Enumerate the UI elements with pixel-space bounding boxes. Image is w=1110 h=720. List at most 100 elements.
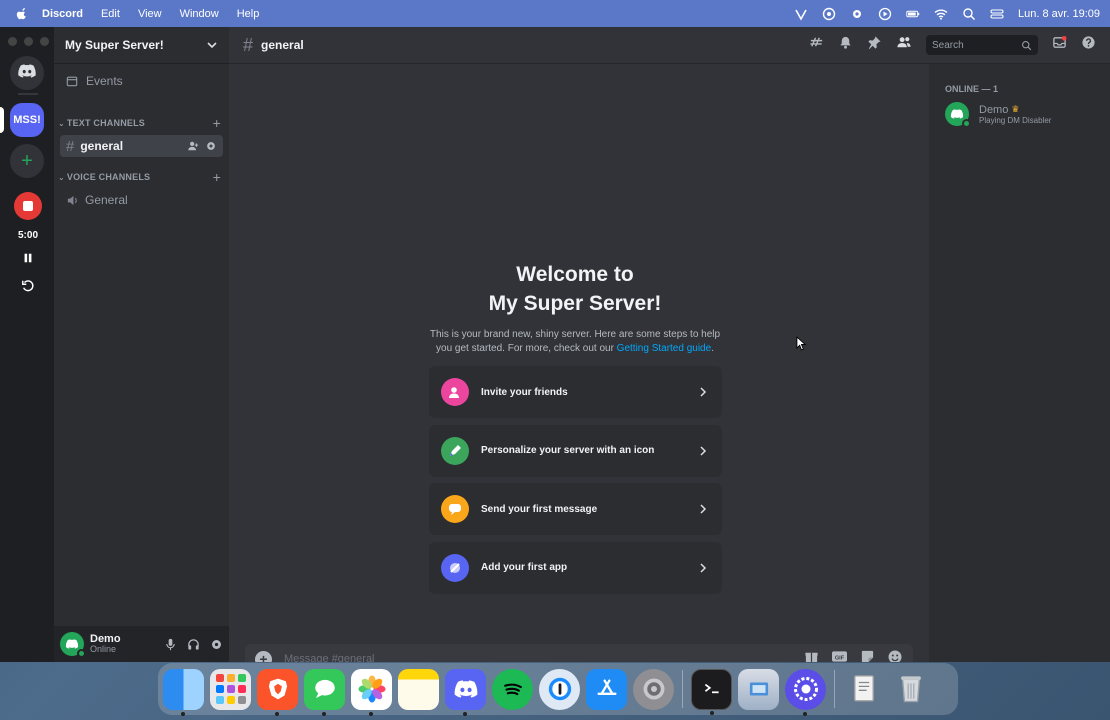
wifi-icon[interactable] bbox=[934, 7, 948, 21]
card-add-first-app[interactable]: Add your first app bbox=[429, 541, 722, 594]
minimize-window-button[interactable] bbox=[24, 37, 33, 46]
menu-view[interactable]: View bbox=[138, 8, 162, 20]
avatar bbox=[945, 102, 971, 128]
trash-icon[interactable] bbox=[890, 669, 931, 710]
direct-messages-button[interactable] bbox=[10, 56, 44, 90]
recorder-widget: 5:00 bbox=[13, 192, 43, 298]
user-panel: Demo Online bbox=[54, 626, 229, 662]
pin-icon[interactable] bbox=[867, 35, 882, 55]
getting-started-link[interactable]: Getting Started guide bbox=[617, 343, 712, 354]
message-input[interactable]: Message #general bbox=[284, 653, 375, 662]
search-placeholder: Search bbox=[932, 39, 964, 51]
brave-icon[interactable] bbox=[257, 668, 298, 716]
chevron-right-icon bbox=[700, 445, 707, 456]
stop-icon bbox=[23, 201, 33, 211]
mouse-cursor-icon bbox=[796, 336, 807, 351]
finder-icon[interactable] bbox=[163, 668, 204, 716]
control-center-icon[interactable] bbox=[990, 7, 1004, 21]
create-channel-button[interactable]: + bbox=[213, 115, 221, 131]
gear-icon[interactable] bbox=[205, 140, 217, 152]
copilot-icon[interactable] bbox=[822, 7, 836, 21]
documents-icon[interactable] bbox=[843, 669, 884, 710]
settings-icon[interactable] bbox=[633, 668, 674, 710]
app-icon bbox=[441, 553, 469, 582]
category-voice-channels[interactable]: ⌄ VOICE CHANNELS + bbox=[54, 166, 229, 188]
card-personalize-server[interactable]: Personalize your server with an icon bbox=[429, 424, 722, 477]
bell-icon[interactable] bbox=[838, 35, 853, 55]
channel-label: General bbox=[85, 193, 128, 207]
messages-icon[interactable] bbox=[304, 668, 345, 716]
emoji-icon[interactable] bbox=[887, 649, 903, 662]
chat-header: # general Search bbox=[229, 27, 1110, 64]
vpn-icon[interactable] bbox=[794, 7, 808, 21]
terminal-icon[interactable] bbox=[691, 668, 732, 715]
apple-icon[interactable] bbox=[16, 7, 30, 21]
preview-icon[interactable] bbox=[738, 668, 779, 710]
menu-window[interactable]: Window bbox=[180, 8, 219, 20]
channel-general[interactable]: # general bbox=[60, 135, 223, 157]
window-controls bbox=[8, 37, 49, 46]
running-indicator bbox=[463, 711, 467, 716]
avatar[interactable] bbox=[60, 632, 86, 658]
gift-icon[interactable] bbox=[804, 649, 819, 662]
welcome-section: Welcome to My Super Server! This is your… bbox=[229, 260, 921, 356]
inbox-icon[interactable] bbox=[1052, 35, 1067, 55]
message-icon bbox=[441, 495, 469, 523]
spotlight-icon[interactable] bbox=[962, 7, 976, 21]
close-window-button[interactable] bbox=[8, 37, 17, 46]
create-channel-button[interactable]: + bbox=[213, 169, 221, 185]
user-status: Online bbox=[90, 644, 117, 655]
member-list-icon[interactable] bbox=[896, 35, 912, 55]
server-name: My Super Server! bbox=[65, 38, 164, 52]
card-send-first-message[interactable]: Send your first message bbox=[429, 483, 722, 535]
menu-help[interactable]: Help bbox=[237, 8, 260, 20]
microphone-icon[interactable] bbox=[163, 637, 177, 651]
voice-channel-general[interactable]: General bbox=[60, 189, 223, 211]
threads-icon[interactable] bbox=[809, 35, 824, 55]
card-invite-friends[interactable]: Invite your friends bbox=[429, 366, 722, 418]
zoom-window-button[interactable] bbox=[40, 37, 49, 46]
battery-icon[interactable] bbox=[906, 7, 920, 21]
user-info[interactable]: Demo Online bbox=[90, 633, 121, 655]
sticker-icon[interactable] bbox=[860, 649, 875, 662]
svg-text:GIF: GIF bbox=[835, 655, 845, 661]
help-icon[interactable] bbox=[1081, 35, 1096, 55]
menu-app-name[interactable]: Discord bbox=[42, 8, 83, 20]
members-online-header: ONLINE — 1 bbox=[945, 84, 999, 94]
appstore-icon[interactable] bbox=[586, 668, 627, 710]
chevron-right-icon bbox=[700, 504, 707, 514]
chevron-right-icon bbox=[700, 562, 707, 573]
add-member-icon[interactable] bbox=[187, 140, 199, 152]
discord-icon[interactable] bbox=[445, 668, 486, 716]
plus-icon: + bbox=[21, 149, 33, 172]
category-text-channels[interactable]: ⌄ TEXT CHANNELS + bbox=[54, 112, 229, 134]
play-status-icon[interactable] bbox=[878, 7, 892, 21]
running-indicator bbox=[803, 711, 807, 716]
onepassword-icon[interactable] bbox=[539, 668, 580, 710]
card-label: Send your first message bbox=[481, 503, 598, 515]
restart-icon[interactable] bbox=[21, 279, 35, 298]
attach-plus-icon[interactable]: + bbox=[255, 650, 272, 662]
clock[interactable]: Lun. 8 avr. 19:09 bbox=[1018, 8, 1100, 20]
stop-recording-button[interactable] bbox=[14, 192, 42, 220]
message-composer[interactable]: + Message #general GIF bbox=[245, 644, 913, 662]
apps-icon[interactable] bbox=[785, 668, 826, 716]
server-header[interactable]: My Super Server! bbox=[54, 27, 229, 64]
selected-server-indicator bbox=[0, 107, 4, 133]
gear-status-icon[interactable] bbox=[850, 7, 864, 21]
headphones-icon[interactable] bbox=[186, 637, 200, 651]
server-icon-mss[interactable]: MSS! bbox=[10, 103, 44, 137]
discord-logo-icon bbox=[950, 109, 964, 119]
photos-icon[interactable] bbox=[351, 668, 392, 716]
user-settings-icon[interactable] bbox=[209, 637, 223, 651]
gif-icon[interactable]: GIF bbox=[831, 649, 848, 662]
add-server-button[interactable]: + bbox=[10, 144, 44, 178]
notes-icon[interactable] bbox=[398, 668, 439, 710]
events-item[interactable]: Events bbox=[54, 64, 229, 98]
menu-edit[interactable]: Edit bbox=[101, 8, 120, 20]
spotify-icon[interactable] bbox=[492, 668, 533, 710]
pause-icon[interactable] bbox=[22, 251, 34, 269]
launchpad-icon[interactable] bbox=[210, 668, 251, 710]
search-input[interactable]: Search bbox=[926, 35, 1038, 55]
member-item[interactable]: Demo ♛ Playing DM Disabler bbox=[945, 102, 1094, 128]
